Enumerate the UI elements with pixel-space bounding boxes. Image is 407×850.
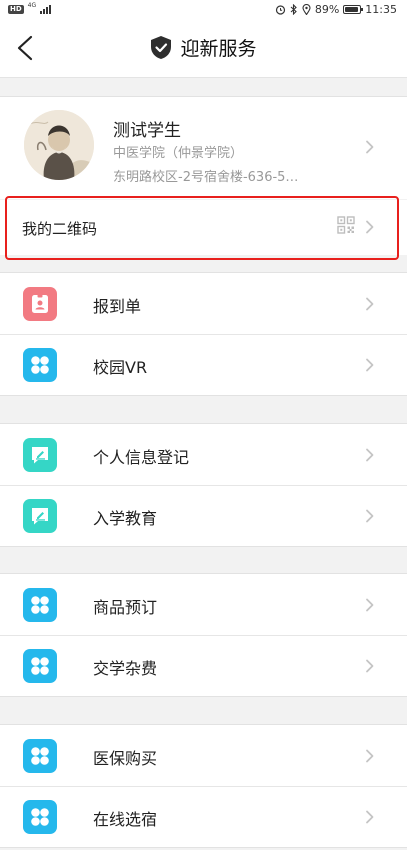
chevron-right-icon <box>366 598 374 612</box>
menu-item-label: 商品预订 <box>93 598 158 617</box>
chevron-right-icon <box>366 509 374 523</box>
avatar <box>24 110 94 180</box>
battery-icon <box>343 4 364 14</box>
menu-group-1: 报到单 校园VR <box>0 272 407 396</box>
menu-item-label: 入学教育 <box>93 509 158 528</box>
app-grid-icon <box>23 800 57 834</box>
battery-percent: 89% <box>314 2 340 16</box>
app-grid-icon <box>23 739 57 773</box>
bluetooth-icon <box>290 3 297 15</box>
menu-item-enrollment-education[interactable]: 入学教育 <box>0 485 407 546</box>
page-title: 迎新服务 <box>180 38 257 60</box>
student-name: 测试学生 <box>113 121 181 141</box>
signal-icon <box>40 4 52 14</box>
chevron-right-icon <box>366 810 374 824</box>
app-grid-icon <box>23 649 57 683</box>
clock: 11:35 <box>365 2 397 16</box>
menu-item-medical-insurance[interactable]: 医保购买 <box>0 725 407 786</box>
edit-note-icon <box>23 438 57 472</box>
hd-badge: HD <box>8 4 24 14</box>
menu-item-personal-info[interactable]: 个人信息登记 <box>0 424 407 485</box>
alarm-icon <box>275 4 285 15</box>
menu-item-label: 报到单 <box>93 297 142 316</box>
chevron-right-icon <box>366 659 374 673</box>
status-bar: HD 4G 89% 11:35 <box>0 0 407 18</box>
menu-item-label: 医保购买 <box>93 749 158 768</box>
menu-item-online-dorm-selection[interactable]: 在线选宿 <box>0 786 407 847</box>
menu-item-registration-form[interactable]: 报到单 <box>0 273 407 334</box>
chevron-right-icon <box>366 358 374 372</box>
app-grid-icon <box>23 588 57 622</box>
id-card-icon <box>23 287 57 321</box>
menu-group-3: 商品预订 交学杂费 <box>0 573 407 697</box>
chevron-right-icon <box>366 448 374 462</box>
chevron-right-icon <box>366 297 374 311</box>
app-grid-icon <box>23 348 57 382</box>
menu-item-goods-reservation[interactable]: 商品预订 <box>0 574 407 635</box>
highlight-box <box>5 196 399 260</box>
status-left: HD 4G <box>8 2 52 14</box>
menu-group-2: 个人信息登记 入学教育 <box>0 423 407 547</box>
location-icon <box>302 3 311 15</box>
menu-item-label: 校园VR <box>93 358 148 377</box>
network-type: 4G <box>27 2 37 9</box>
edit-note-icon <box>23 499 57 533</box>
menu-item-label: 交学杂费 <box>93 659 158 678</box>
menu-item-label: 在线选宿 <box>93 810 158 829</box>
shield-check-icon <box>151 36 172 59</box>
nav-bar: 迎新服务 <box>0 18 407 78</box>
chevron-right-icon <box>366 140 374 154</box>
menu-item-tuition-fees[interactable]: 交学杂费 <box>0 635 407 696</box>
chevron-right-icon <box>366 749 374 763</box>
status-right: 89% 11:35 <box>275 3 397 16</box>
profile-card[interactable]: 测试学生 中医学院（仲景学院） 东明路校区-2号宿舍楼-636-5… <box>0 96 407 199</box>
title-group: 迎新服务 <box>0 34 407 61</box>
menu-item-campus-vr[interactable]: 校园VR <box>0 334 407 395</box>
menu-item-label: 个人信息登记 <box>93 448 190 467</box>
dorm-address: 东明路校区-2号宿舍楼-636-5… <box>113 170 299 185</box>
menu-group-4: 医保购买 在线选宿 <box>0 724 407 848</box>
college-text: 中医学院（仲景学院） <box>113 146 244 161</box>
